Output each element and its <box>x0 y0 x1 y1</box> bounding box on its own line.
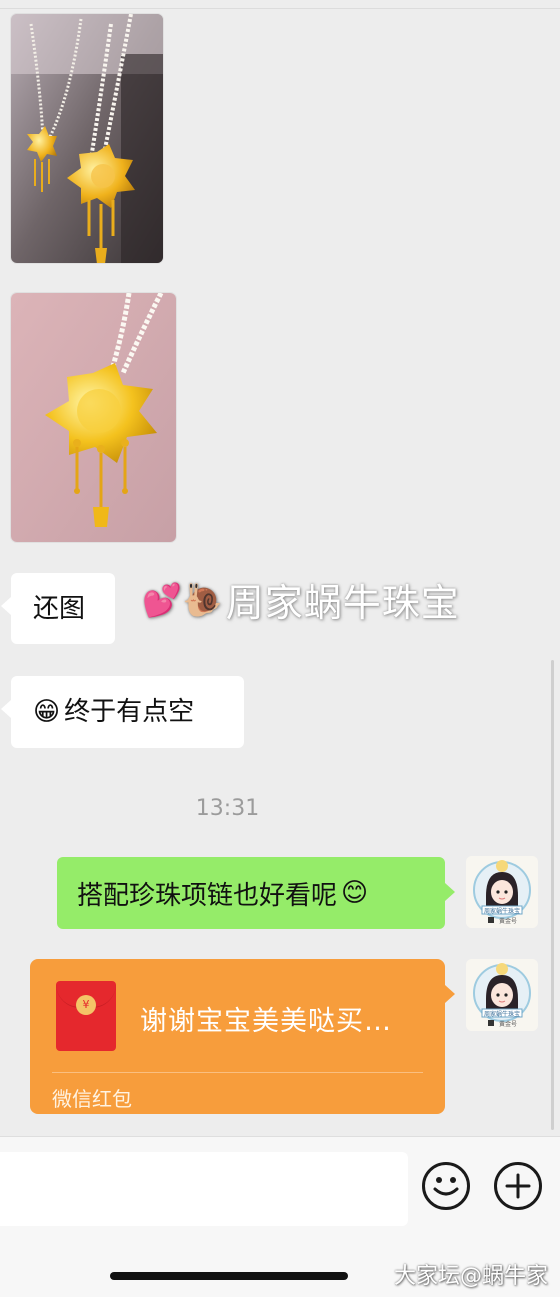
smiley-icon <box>433 1177 459 1196</box>
message-timestamp: 13:31 <box>195 796 260 821</box>
red-packet-divider <box>52 1072 423 1073</box>
message-text: 搭配珍珠项链也好看呢 <box>77 880 338 911</box>
chat-scrollbar[interactable] <box>551 660 554 1130</box>
my-avatar[interactable]: 周家蜗牛珠宝 黄金号 <box>466 856 538 928</box>
avatar-girl-icon: 周家蜗牛珠宝 黄金号 <box>466 959 538 1031</box>
my-avatar[interactable]: 周家蜗牛珠宝 黄金号 <box>466 959 538 1031</box>
smile-emoji: 😊 <box>341 878 369 908</box>
red-packet-footer: 微信红包 <box>52 1087 132 1111</box>
shop-watermark: 💕🐌 周家蜗牛珠宝 <box>142 572 460 627</box>
necklace-photo-2 <box>11 293 176 542</box>
top-divider <box>0 8 560 9</box>
avatar-sub-label: 黄金号 <box>499 1020 517 1028</box>
grin-emoji: 😁 <box>33 697 61 727</box>
photo-message-necklace-1[interactable] <box>11 14 163 263</box>
message-input[interactable] <box>0 1152 408 1226</box>
avatar-sub-label: 黄金号 <box>499 917 517 925</box>
incoming-message-bubble[interactable]: 还图 <box>1 573 115 644</box>
incoming-message-bubble[interactable]: 😁 终于有点空 <box>1 676 244 748</box>
photo-message-necklace-2[interactable] <box>11 293 176 542</box>
red-packet-icon: ¥ <box>56 981 116 1051</box>
outgoing-message-bubble[interactable]: 搭配珍珠项链也好看呢 😊 <box>57 857 455 929</box>
avatar-badge-text: 周家蜗牛珠宝 <box>484 1010 520 1018</box>
forum-watermark: 大家坛@蜗牛家 <box>393 1264 548 1289</box>
avatar-girl-icon: 周家蜗牛珠宝 黄金号 <box>466 856 538 928</box>
avatar-badge-text: 周家蜗牛珠宝 <box>484 907 520 915</box>
home-indicator[interactable] <box>110 1272 348 1280</box>
message-text: 还图 <box>33 593 86 624</box>
watermark-text: 周家蜗牛珠宝 <box>225 581 460 625</box>
coin-icon: ¥ <box>76 995 96 1015</box>
message-text: 终于有点空 <box>64 697 195 727</box>
emoji-button[interactable] <box>422 1162 470 1210</box>
plus-icon <box>505 1173 531 1199</box>
necklace-photo-1 <box>11 14 163 263</box>
plus-button[interactable] <box>494 1162 542 1210</box>
heart-snail-emoji: 💕🐌 <box>142 580 224 619</box>
red-packet-title: 谢谢宝宝美美哒买… <box>140 1006 392 1037</box>
